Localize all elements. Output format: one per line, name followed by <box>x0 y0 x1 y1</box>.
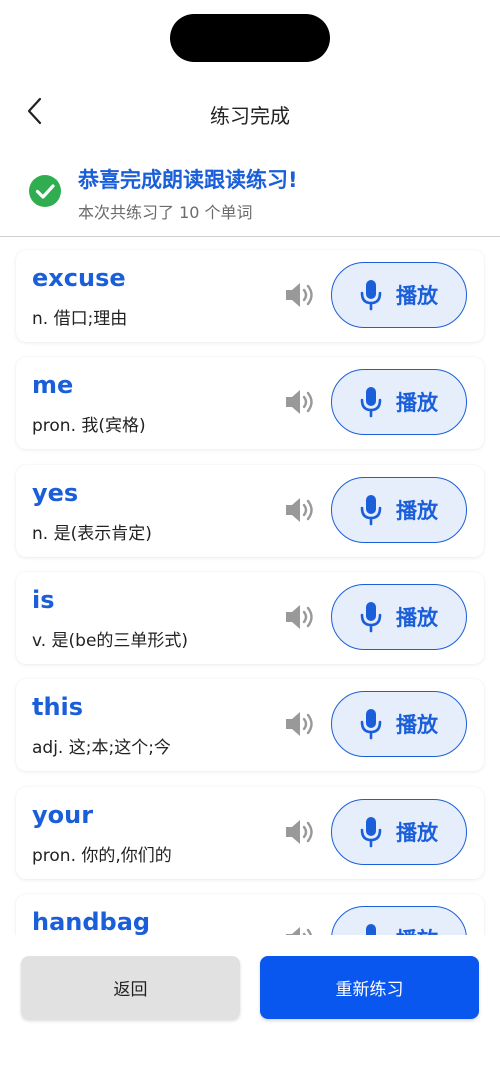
word-card: your pron. 你的,你们的 播放 <box>16 786 484 879</box>
speaker-button[interactable] <box>284 817 316 847</box>
word-text: this <box>32 693 84 722</box>
retry-button[interactable]: 重新练习 <box>260 956 479 1019</box>
play-button[interactable]: 播放 <box>331 369 467 436</box>
word-list[interactable]: excuse n. 借口;理由 播放 me pron. 我(宾格) 播放 yes n. 是(表… <box>0 238 500 935</box>
word-text: your <box>32 800 94 829</box>
word-card: handbag 播放 <box>16 893 484 935</box>
microphone-icon <box>360 280 382 311</box>
play-button[interactable]: 播放 <box>331 691 467 758</box>
speaker-button[interactable] <box>284 924 316 935</box>
play-button[interactable]: 播放 <box>331 476 467 543</box>
word-card: is v. 是(be的三单形式) 播放 <box>16 571 484 664</box>
word-meaning: v. 是(be的三单形式) <box>32 630 189 651</box>
speaker-button[interactable] <box>284 387 316 417</box>
microphone-icon <box>360 494 382 525</box>
device-notch <box>170 14 330 62</box>
word-meaning: n. 借口;理由 <box>32 309 128 329</box>
word-meaning: adj. 这;本;这个;今 <box>32 738 171 759</box>
header: 练习完成 <box>0 86 500 138</box>
speaker-icon <box>286 712 313 737</box>
speaker-icon <box>286 390 313 415</box>
footer: 返回 重新练习 <box>0 936 500 1084</box>
return-button[interactable]: 返回 <box>21 956 240 1019</box>
speaker-icon <box>286 926 313 935</box>
word-text: me <box>32 371 74 400</box>
play-button[interactable]: 播放 <box>331 262 467 328</box>
completion-banner: 恭喜完成朗读跟读练习! 本次共练习了 10 个单词 <box>0 160 500 237</box>
banner-subtitle: 本次共练习了 10 个单词 <box>78 203 253 222</box>
microphone-icon <box>360 601 382 633</box>
play-button[interactable]: 播放 <box>331 798 467 865</box>
word-text: handbag <box>32 907 151 935</box>
banner-title: 恭喜完成朗读跟读练习! <box>78 168 298 192</box>
microphone-icon <box>360 387 382 418</box>
play-label: 播放 <box>396 820 438 845</box>
page-title: 练习完成 <box>210 104 290 128</box>
word-meaning: pron. 我(宾格) <box>32 416 146 437</box>
microphone-icon <box>360 709 382 740</box>
word-text: excuse <box>32 264 126 292</box>
play-label: 播放 <box>396 605 438 630</box>
speaker-button[interactable] <box>284 602 316 632</box>
speaker-button[interactable] <box>284 280 316 310</box>
speaker-button[interactable] <box>284 709 316 739</box>
word-text: yes <box>32 478 79 507</box>
speaker-icon <box>286 283 313 307</box>
speaker-button[interactable] <box>284 495 316 525</box>
play-label: 播放 <box>396 924 438 935</box>
play-label: 播放 <box>396 498 438 523</box>
speaker-icon <box>286 604 313 629</box>
word-text: is <box>32 585 55 614</box>
word-meaning: n. 是(表示肯定) <box>32 523 152 544</box>
microphone-icon <box>360 816 382 847</box>
speaker-icon <box>286 819 313 844</box>
microphone-icon <box>366 923 376 935</box>
word-card: yes n. 是(表示肯定) 播放 <box>16 464 484 557</box>
word-meaning: pron. 你的,你们的 <box>32 845 172 866</box>
check-circle-icon <box>29 175 61 207</box>
play-label: 播放 <box>396 391 438 416</box>
word-card: excuse n. 借口;理由 播放 <box>16 250 484 342</box>
speaker-icon <box>286 497 313 522</box>
word-card: this adj. 这;本;这个;今 播放 <box>16 679 484 772</box>
play-label: 播放 <box>396 713 438 738</box>
play-label: 播放 <box>396 284 438 308</box>
word-card: me pron. 我(宾格) 播放 <box>16 357 484 450</box>
play-button[interactable]: 播放 <box>331 583 467 650</box>
play-button[interactable]: 播放 <box>331 905 467 935</box>
